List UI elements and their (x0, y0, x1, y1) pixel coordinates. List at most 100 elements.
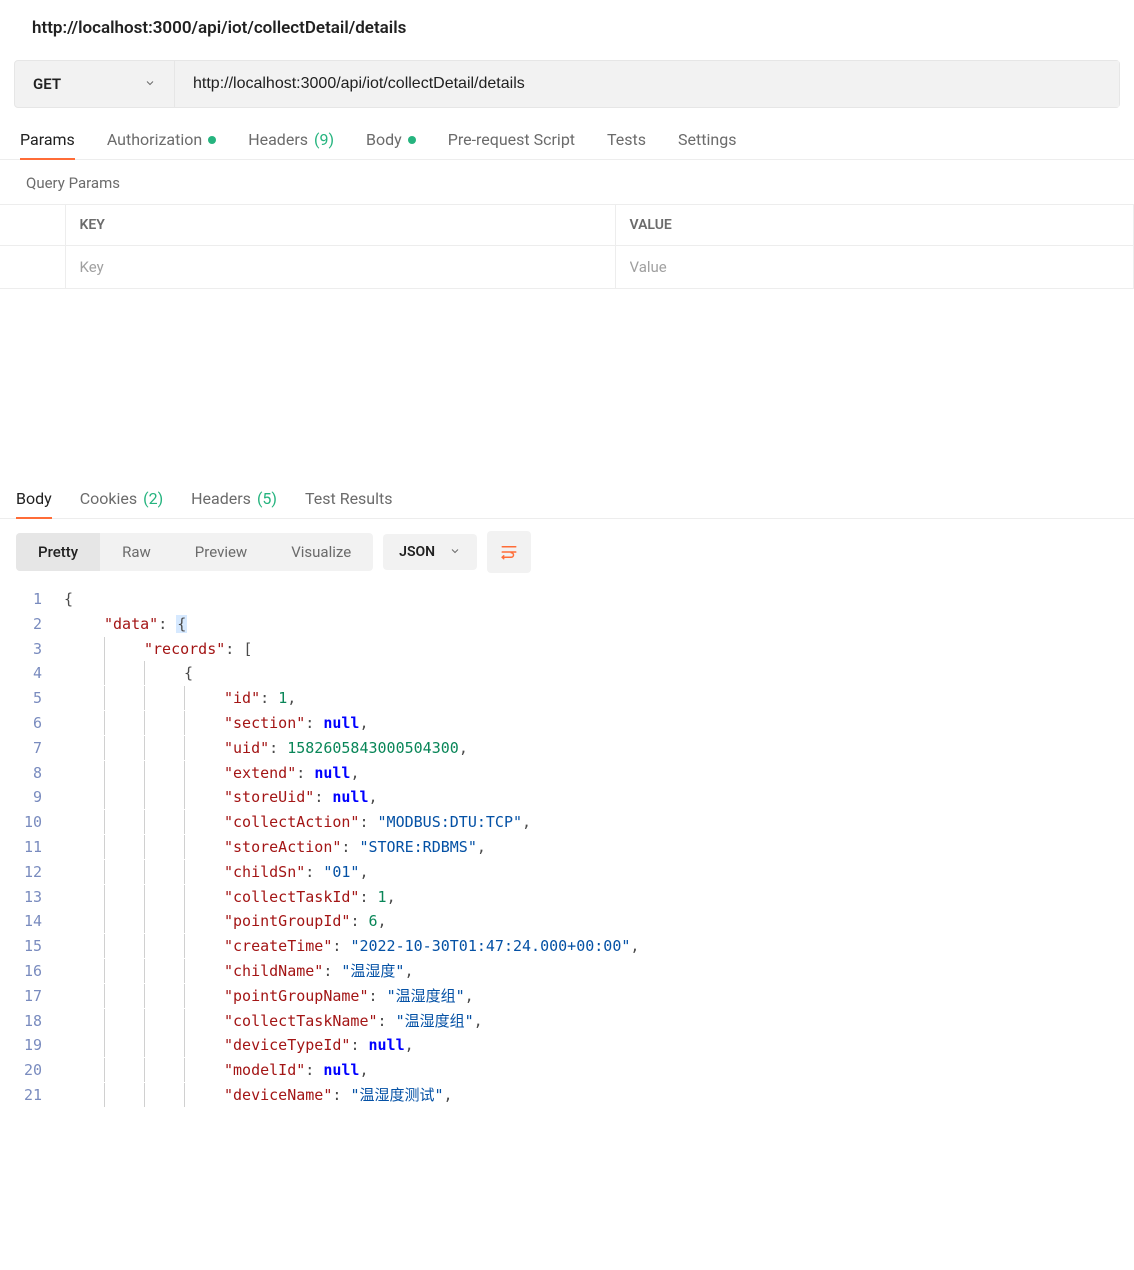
request-title: http://localhost:3000/api/iot/collectDet… (0, 0, 1134, 48)
line-number: 15 (18, 934, 42, 959)
line-number: 8 (18, 761, 42, 786)
view-mode-raw[interactable]: Raw (100, 533, 173, 571)
response-toolbar: PrettyRawPreviewVisualize JSON (0, 519, 1134, 585)
line-number: 19 (18, 1033, 42, 1058)
format-label: JSON (399, 544, 435, 560)
code-line: { (64, 661, 1134, 686)
line-number-gutter: 123456789101112131415161718192021 (18, 587, 64, 1108)
code-line: "collectTaskName": "温湿度组", (64, 1009, 1134, 1034)
view-mode-pretty[interactable]: Pretty (16, 533, 100, 571)
tab-label: Headers (191, 489, 251, 508)
code-line: "section": null, (64, 711, 1134, 736)
params-row (0, 246, 1134, 289)
tab-count: (5) (257, 489, 277, 508)
status-dot-icon (208, 136, 216, 144)
code-line: { (64, 587, 1134, 612)
tab-label: Headers (248, 130, 308, 149)
tab-settings[interactable]: Settings (678, 130, 736, 159)
line-number: 2 (18, 612, 42, 637)
code-line: "storeUid": null, (64, 785, 1134, 810)
response-tab-test-results[interactable]: Test Results (305, 489, 393, 518)
view-mode-visualize[interactable]: Visualize (269, 533, 373, 571)
line-number: 9 (18, 785, 42, 810)
chevron-down-icon (144, 77, 156, 92)
code-line: "extend": null, (64, 761, 1134, 786)
status-dot-icon (408, 136, 416, 144)
code-line: "pointGroupName": "温湿度组", (64, 984, 1134, 1009)
code-line: "storeAction": "STORE:RDBMS", (64, 835, 1134, 860)
code-line: "collectTaskId": 1, (64, 885, 1134, 910)
code-line: "createTime": "2022-10-30T01:47:24.000+0… (64, 934, 1134, 959)
line-number: 1 (18, 587, 42, 612)
response-tab-headers[interactable]: Headers (5) (191, 489, 277, 518)
params-table: KEY VALUE (0, 204, 1134, 289)
line-number: 5 (18, 686, 42, 711)
params-key-header: KEY (65, 205, 615, 246)
tab-label: Params (20, 130, 75, 149)
response-tab-body[interactable]: Body (16, 489, 52, 518)
code-line: "collectAction": "MODBUS:DTU:TCP", (64, 810, 1134, 835)
code-line: "deviceName": "温湿度测试", (64, 1083, 1134, 1108)
tab-label: Body (366, 130, 402, 149)
view-mode-preview[interactable]: Preview (173, 533, 269, 571)
params-row-handle[interactable] (0, 246, 65, 289)
tab-pre-request-script[interactable]: Pre-request Script (448, 130, 575, 159)
tab-label: Tests (607, 130, 646, 149)
code-line: "uid": 1582605843000504300, (64, 736, 1134, 761)
format-select[interactable]: JSON (383, 534, 477, 570)
line-number: 20 (18, 1058, 42, 1083)
tab-params[interactable]: Params (20, 130, 75, 159)
wrap-lines-button[interactable] (487, 531, 531, 573)
tab-count: (9) (314, 130, 334, 149)
line-number: 3 (18, 637, 42, 662)
code-line: "childSn": "01", (64, 860, 1134, 885)
tab-authorization[interactable]: Authorization (107, 130, 216, 159)
code-line: "deviceTypeId": null, (64, 1033, 1134, 1058)
line-number: 14 (18, 909, 42, 934)
code-content: {"data": {"records": [{"id": 1,"section"… (64, 587, 1134, 1108)
request-bar: GET (14, 60, 1120, 108)
tab-body[interactable]: Body (366, 130, 416, 159)
url-input[interactable] (175, 61, 1119, 107)
tab-label: Cookies (80, 489, 137, 508)
tab-label: Test Results (305, 489, 393, 508)
line-number: 12 (18, 860, 42, 885)
response-body-viewer[interactable]: 123456789101112131415161718192021 {"data… (0, 585, 1134, 1108)
line-number: 4 (18, 661, 42, 686)
line-number: 16 (18, 959, 42, 984)
tab-label: Pre-request Script (448, 130, 575, 149)
line-number: 7 (18, 736, 42, 761)
line-number: 6 (18, 711, 42, 736)
params-handle-header (0, 205, 65, 246)
line-number: 13 (18, 885, 42, 910)
param-value-input[interactable] (630, 258, 1120, 276)
method-select[interactable]: GET (15, 61, 175, 107)
view-mode-group: PrettyRawPreviewVisualize (16, 533, 373, 571)
line-number: 21 (18, 1083, 42, 1108)
line-number: 11 (18, 835, 42, 860)
code-line: "modelId": null, (64, 1058, 1134, 1083)
wrap-icon (499, 543, 519, 561)
response-tab-cookies[interactable]: Cookies (2) (80, 489, 163, 518)
tab-label: Authorization (107, 130, 202, 149)
code-line: "pointGroupId": 6, (64, 909, 1134, 934)
tab-label: Body (16, 489, 52, 508)
code-line: "id": 1, (64, 686, 1134, 711)
line-number: 10 (18, 810, 42, 835)
tab-count: (2) (143, 489, 163, 508)
params-value-header: VALUE (615, 205, 1134, 246)
request-tabs: Params Authorization Headers (9) Body Pre-re… (0, 108, 1134, 160)
query-params-heading: Query Params (0, 160, 1134, 204)
response-tabs: Body Cookies (2) Headers (5) Test Results (0, 479, 1134, 519)
code-line: "data": { (64, 612, 1134, 637)
tab-tests[interactable]: Tests (607, 130, 646, 159)
line-number: 18 (18, 1009, 42, 1034)
tab-headers[interactable]: Headers (9) (248, 130, 334, 159)
param-key-input[interactable] (80, 258, 601, 276)
line-number: 17 (18, 984, 42, 1009)
code-line: "records": [ (64, 637, 1134, 662)
method-label: GET (33, 75, 61, 93)
tab-label: Settings (678, 130, 736, 149)
code-line: "childName": "温湿度", (64, 959, 1134, 984)
chevron-down-icon (449, 545, 461, 560)
